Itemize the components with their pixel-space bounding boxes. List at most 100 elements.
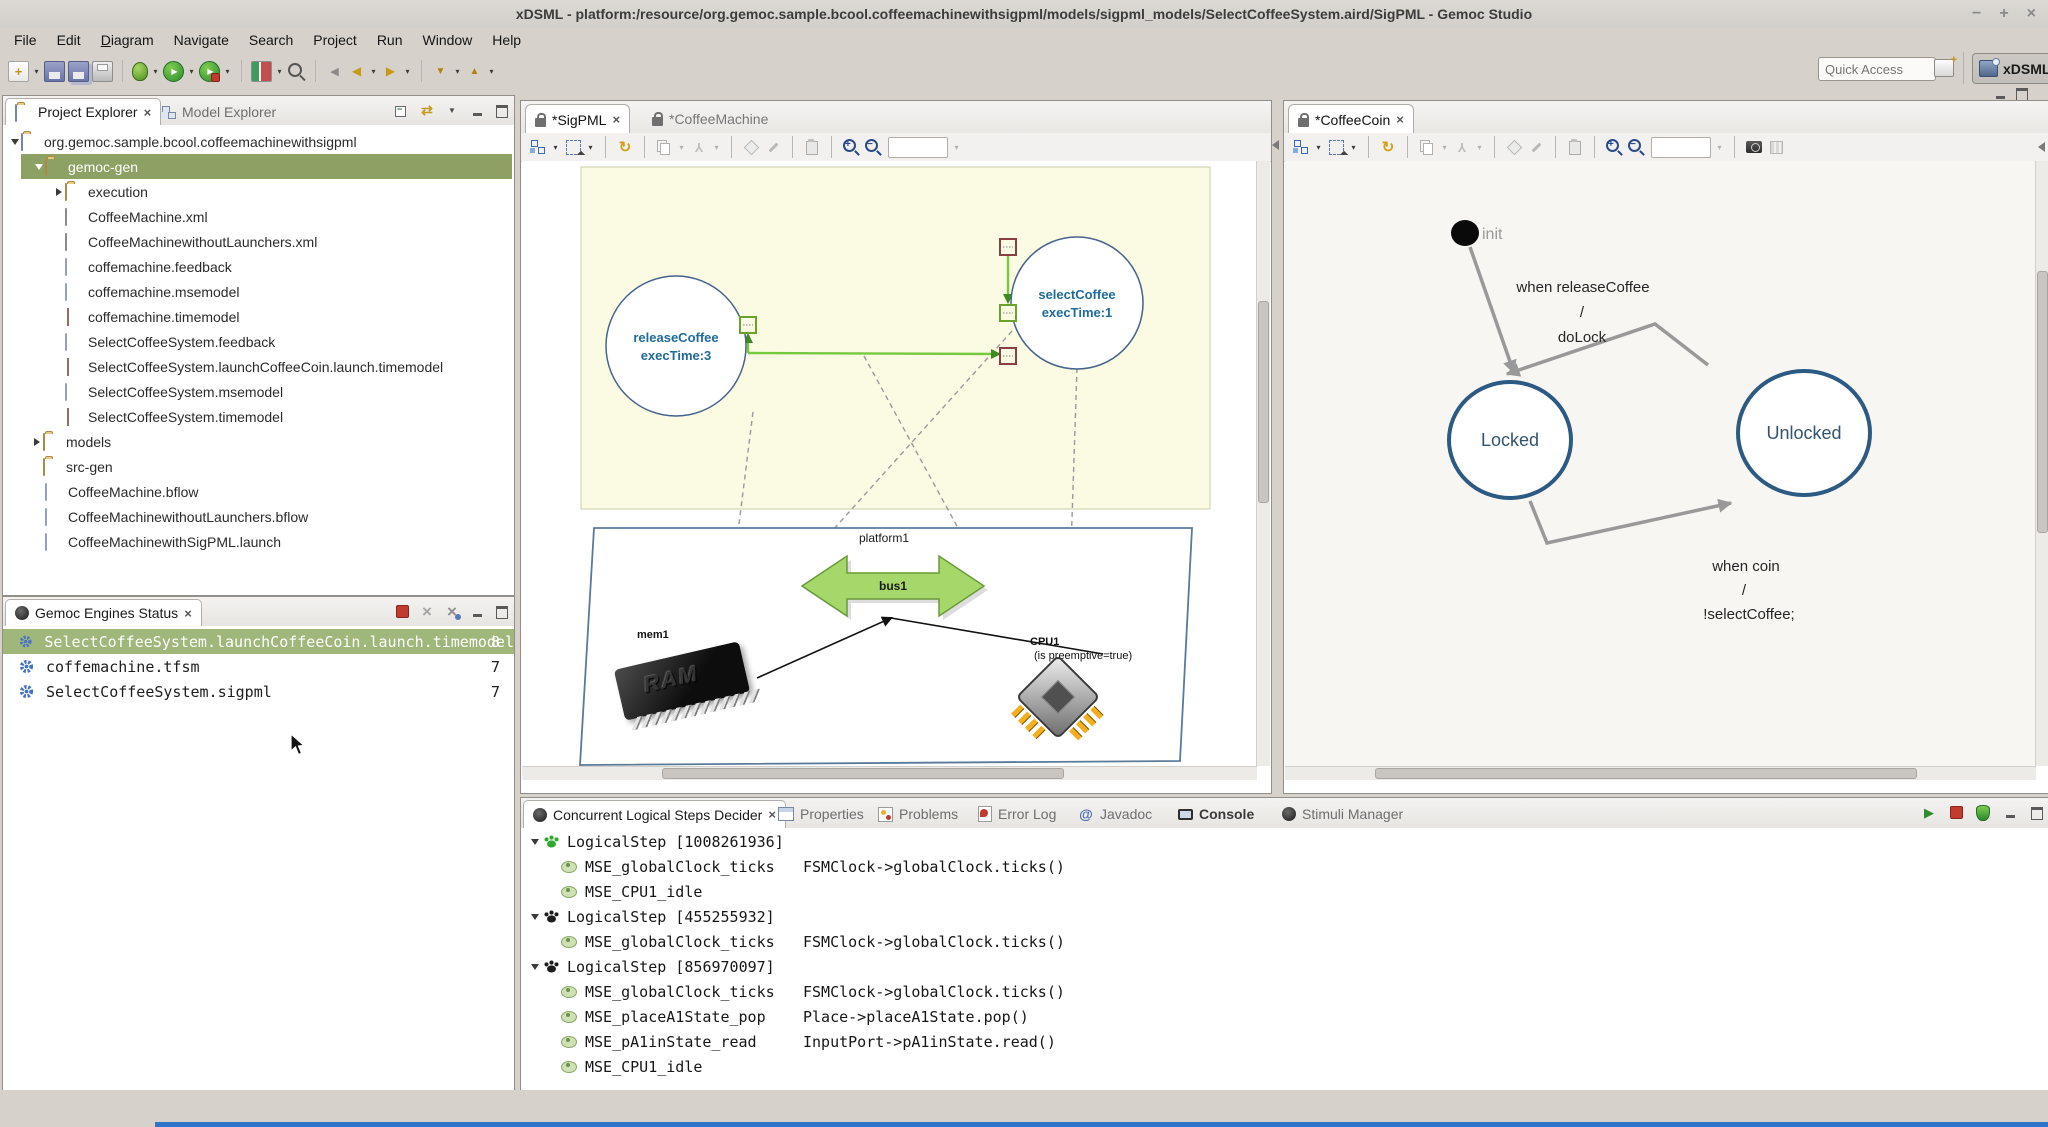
distribute-dropdown-icon[interactable]: ▾ <box>1475 143 1484 152</box>
expand-arrow-icon[interactable] <box>33 164 45 170</box>
mse-row[interactable]: MSE_globalClock_ticks FSMClock->globalCl… <box>521 854 2048 879</box>
minimize-icon[interactable] <box>469 103 485 119</box>
collapse-arrow-icon[interactable] <box>53 188 65 196</box>
engine-row[interactable]: SelectCoffeeSystem.sigpml 7 <box>3 679 514 704</box>
dataflow-connector[interactable] <box>748 353 999 354</box>
logical-step-row[interactable]: LogicalStep [856970097] <box>521 954 2048 979</box>
scrollbar-thumb[interactable] <box>1258 301 1269 503</box>
logical-step-row[interactable]: LogicalStep [455255932] <box>521 904 2048 929</box>
mse-row[interactable]: MSE_pA1inState_read InputPort->pA1inStat… <box>521 1029 2048 1054</box>
external-tools-icon[interactable] <box>199 61 220 82</box>
distribute-dropdown-icon[interactable]: ▾ <box>712 143 721 152</box>
tree-item-project[interactable]: org.gemoc.sample.bcool.coffeemachinewith… <box>5 129 512 154</box>
debug-dropdown-icon[interactable]: ▾ <box>151 67 160 76</box>
paste-layout-icon[interactable] <box>803 138 821 156</box>
paste-layout-icon[interactable] <box>1566 138 1584 156</box>
input-port[interactable] <box>1000 348 1016 364</box>
tab-concurrent-logical-steps-decider[interactable]: Concurrent Logical Steps Decider × <box>523 800 786 828</box>
run-dropdown-icon[interactable]: ▾ <box>187 67 196 76</box>
selection-mode-icon[interactable] <box>1329 140 1344 155</box>
save-all-icon[interactable] <box>68 61 89 82</box>
refresh-icon[interactable] <box>616 138 634 156</box>
tab-model-explorer[interactable]: Model Explorer <box>153 98 285 125</box>
menu-file[interactable]: File <box>4 28 47 52</box>
debug-icon[interactable] <box>132 62 148 81</box>
close-icon[interactable]: × <box>1396 112 1404 127</box>
menu-diagram[interactable]: Diagram <box>91 28 164 52</box>
layout-dropdown-icon[interactable]: ▾ <box>551 143 560 152</box>
maximize-icon[interactable] <box>494 103 510 119</box>
tree-item-bflow-wol[interactable]: CoffeeMachinewithoutLaunchers.bflow <box>5 504 512 529</box>
zoom-in-icon[interactable]: + <box>1605 138 1623 156</box>
tab-project-explorer[interactable]: Project Explorer × <box>5 98 161 125</box>
selection-dropdown-icon[interactable]: ▾ <box>586 143 595 152</box>
grid-icon[interactable] <box>1767 138 1785 156</box>
new-wizard-icon[interactable] <box>8 61 29 82</box>
layout-dropdown-icon[interactable]: ▾ <box>1314 143 1323 152</box>
minimize-icon[interactable] <box>2002 805 2018 821</box>
tab-problems[interactable]: Problems <box>869 800 967 828</box>
coverage-dropdown-icon[interactable]: ▾ <box>275 67 284 76</box>
resume-icon[interactable] <box>1921 805 1937 821</box>
collapse-all-icon[interactable] <box>394 103 410 119</box>
tree-item-src-gen[interactable]: src-gen <box>5 454 512 479</box>
tab-sigpml[interactable]: *SigPML × <box>525 104 630 134</box>
quick-access-input[interactable] <box>1818 57 1936 81</box>
mse-row[interactable]: MSE_CPU1_idle <box>521 879 2048 904</box>
collapse-editor-icon[interactable] <box>1272 140 1279 150</box>
layout-icon[interactable] <box>1292 138 1310 156</box>
run-icon[interactable] <box>163 61 184 82</box>
menu-run[interactable]: Run <box>367 28 413 52</box>
tree-item-models[interactable]: models <box>5 429 512 454</box>
collapse-toolbar-icon[interactable] <box>2038 142 2045 152</box>
copy-appearance-icon[interactable] <box>655 138 673 156</box>
tab-error-log[interactable]: Error Log <box>969 800 1065 828</box>
layout-icon[interactable] <box>529 138 547 156</box>
scrollbar-thumb[interactable] <box>2037 271 2048 533</box>
print-icon[interactable] <box>92 61 113 82</box>
maximize-icon[interactable] <box>494 604 510 620</box>
cpu-chip[interactable] <box>1020 659 1096 735</box>
window-close-button[interactable]: × <box>2027 5 2036 23</box>
mse-row[interactable]: MSE_CPU1_idle <box>521 1054 2048 1079</box>
transition-dolock[interactable] <box>1507 324 1708 374</box>
sigp­ml-canvas[interactable]: platform1 bus1 releaseCoffee execTime:3 … <box>522 161 1257 766</box>
open-perspective-icon[interactable] <box>1934 59 1954 77</box>
refresh-icon[interactable] <box>1379 138 1397 156</box>
zoom-in-icon[interactable]: + <box>842 138 860 156</box>
input-port[interactable] <box>1000 239 1016 255</box>
coffeecoin-canvas[interactable]: init when releaseCoffee / doLock when co… <box>1285 161 2036 766</box>
tree-item-coffeemachine-xml[interactable]: CoffeeMachine.xml <box>5 204 512 229</box>
title-bar[interactable]: xDSML - platform:/resource/org.gemoc.sam… <box>0 0 2048 28</box>
tab-coffeemachine[interactable]: *CoffeeMachine <box>643 104 777 133</box>
initial-transition[interactable] <box>1470 247 1514 373</box>
tree-item-feedback[interactable]: coffemachine.feedback <box>5 254 512 279</box>
transition-selectcoffee[interactable] <box>1530 501 1731 543</box>
distribute-icon[interactable] <box>690 138 708 156</box>
coverage-icon[interactable] <box>251 61 272 82</box>
tab-properties[interactable]: Properties <box>769 800 873 828</box>
maximize-icon[interactable] <box>2029 805 2045 821</box>
platform-shape[interactable] <box>580 528 1192 765</box>
mse-row[interactable]: MSE_globalClock_ticks FSMClock->globalCl… <box>521 979 2048 1004</box>
scrollbar-thumb[interactable] <box>1375 768 1917 779</box>
xdsml-perspective-button[interactable]: xDSML <box>1972 53 2048 84</box>
menu-search[interactable]: Search <box>239 28 303 52</box>
dispose-engine-icon[interactable] <box>419 604 435 620</box>
last-edit-location-icon[interactable] <box>325 62 344 81</box>
tab-coffeecoin[interactable]: *CoffeeCoin × <box>1288 104 1414 134</box>
stop-icon[interactable] <box>1950 806 1963 819</box>
tree-item-scs-timemodel[interactable]: SelectCoffeeSystem.timemodel <box>5 404 512 429</box>
tab-stimuli-manager[interactable]: Stimuli Manager <box>1273 800 1412 828</box>
minimize-icon[interactable] <box>469 604 485 620</box>
actor-selectcoffee[interactable] <box>1011 237 1143 369</box>
menu-edit[interactable]: Edit <box>47 28 91 52</box>
actor-releasecoffee[interactable] <box>606 276 746 416</box>
zoom-out-icon[interactable]: − <box>864 138 882 156</box>
menu-project[interactable]: Project <box>303 28 367 52</box>
input-port[interactable] <box>1000 305 1016 321</box>
close-icon[interactable]: × <box>144 105 152 120</box>
forward-dropdown-icon[interactable]: ▾ <box>403 67 412 76</box>
horizontal-scrollbar[interactable] <box>1285 766 2036 780</box>
view-menu-icon[interactable] <box>444 103 460 119</box>
